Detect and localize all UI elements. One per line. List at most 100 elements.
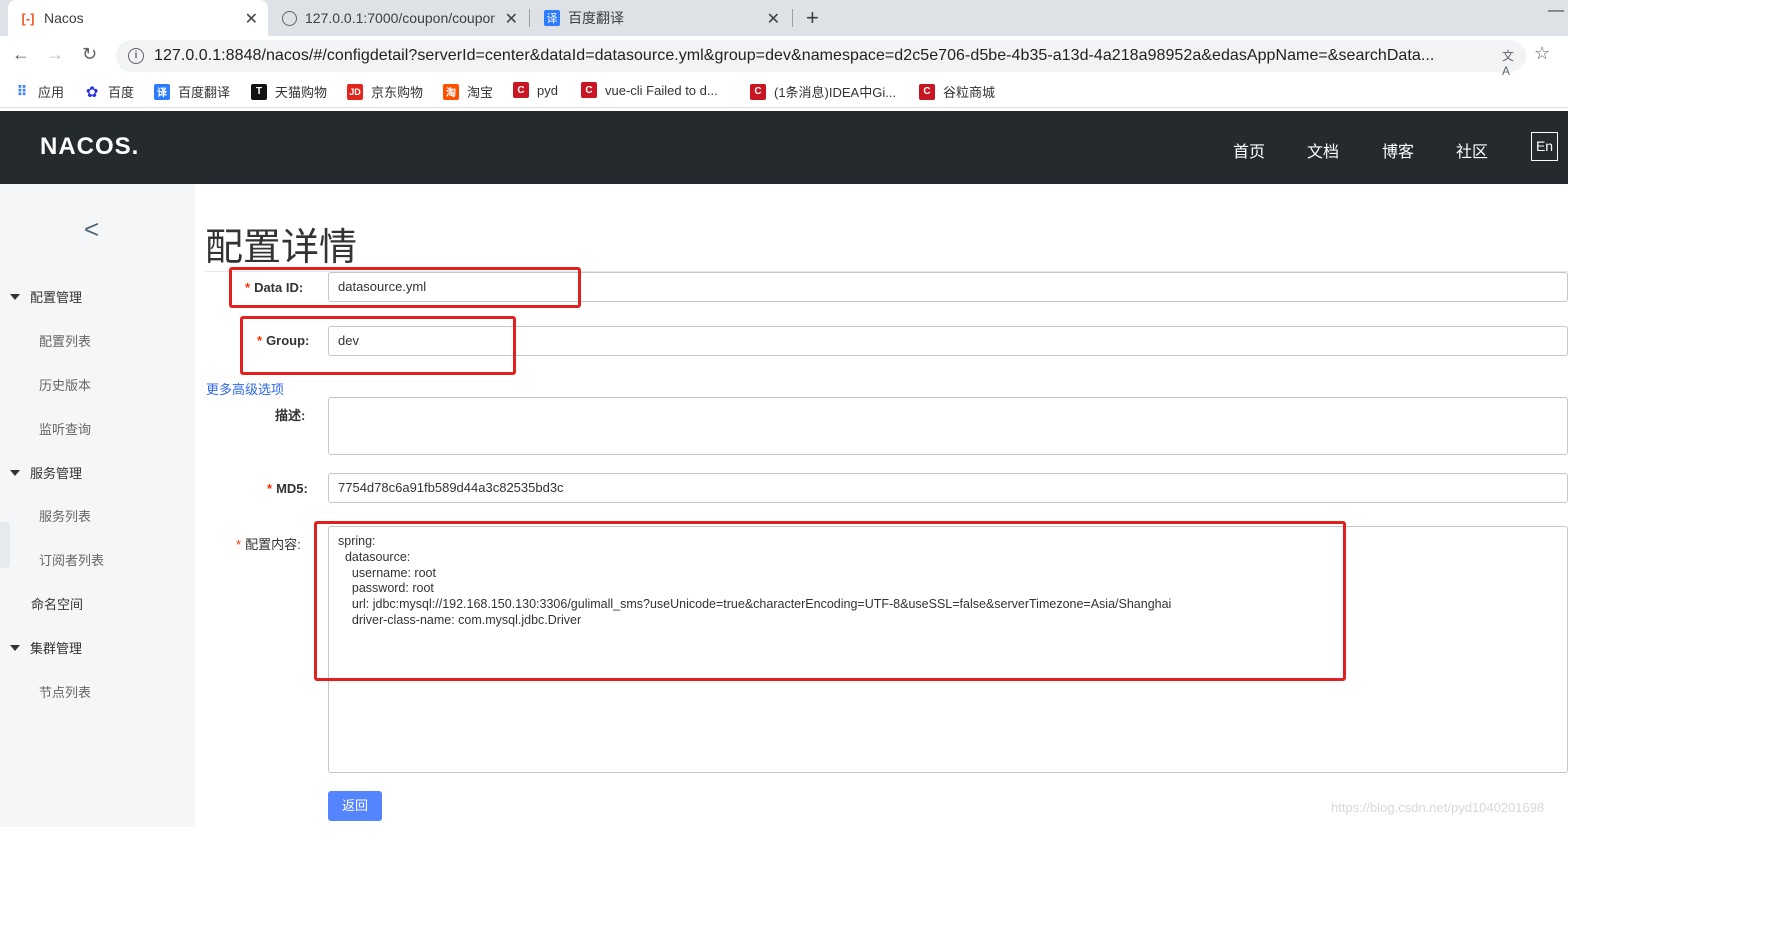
close-icon[interactable]: ✕: [505, 9, 518, 29]
nav-community[interactable]: 社区: [1456, 138, 1488, 162]
bookmark-label: 京东购物: [371, 85, 424, 100]
new-tab-button[interactable]: +: [806, 5, 819, 31]
sidebar-group-label: 配置管理: [30, 290, 83, 305]
baidu-translate-icon: 译: [544, 10, 560, 26]
watermark-text: https://blog.csdn.net/pyd1040201698: [1331, 800, 1545, 815]
forward-arrow-icon[interactable]: →: [46, 44, 64, 65]
bookmark-tmall[interactable]: T 天猫购物: [251, 82, 327, 101]
sidebar: < 配置管理 配置列表 历史版本 监听查询 服务管理 服务列表 订阅者列表 命名…: [0, 184, 195, 827]
md5-label: * MD5:: [267, 481, 308, 496]
sidebar-group-cluster[interactable]: 集群管理: [10, 638, 82, 657]
baidu-translate-icon: 译: [154, 83, 170, 100]
required-asterisk: *: [236, 537, 242, 552]
bookmark-idea[interactable]: C (1条消息)IDEA中Gi...: [750, 82, 896, 101]
reload-icon[interactable]: ↻: [82, 44, 97, 65]
sidebar-group-label: 服务管理: [30, 466, 83, 481]
nacos-logo[interactable]: NACOS.: [40, 133, 139, 161]
tab-title: Nacos: [44, 10, 84, 26]
baidu-paw-icon: ✿: [85, 83, 99, 101]
sidebar-group-service[interactable]: 服务管理: [10, 463, 82, 482]
close-icon[interactable]: ✕: [767, 9, 780, 29]
bookmark-jd[interactable]: JD 京东购物: [347, 82, 423, 101]
apps-grid-icon: ⠿: [16, 83, 28, 99]
app-header: NACOS. 首页 文档 博客 社区 En: [0, 111, 1568, 184]
taobao-icon: 淘: [443, 83, 459, 100]
bookmark-label: 百度: [108, 85, 135, 100]
highlight-box-group: [240, 316, 516, 375]
sidebar-item-history[interactable]: 历史版本: [39, 375, 91, 394]
browser-tab-bar: [-] Nacos ✕ 127.0.0.1:7000/coupon/coupon…: [0, 0, 1568, 36]
page-title: 配置详情: [205, 227, 358, 269]
bookmark-label: 应用: [38, 85, 65, 100]
csdn-icon: C: [581, 82, 597, 98]
tab-title: 百度翻译: [568, 10, 624, 26]
md5-label-text: MD5:: [276, 481, 308, 496]
bookmark-pyd[interactable]: C pyd: [513, 82, 558, 98]
content-label-text: 配置内容:: [245, 537, 301, 552]
bookmark-taobao[interactable]: 淘 淘宝: [443, 82, 493, 101]
minimize-icon[interactable]: —: [1548, 2, 1564, 20]
nacos-tab-icon: [-]: [21, 10, 35, 26]
content-label: * 配置内容:: [236, 534, 301, 553]
highlight-box-content: [314, 521, 1346, 681]
required-asterisk: *: [267, 481, 273, 496]
caret-down-icon: [10, 469, 20, 476]
bookmark-vue-cli[interactable]: C vue-cli Failed to d...: [581, 82, 718, 98]
nav-blog[interactable]: 博客: [1382, 138, 1414, 162]
sidebar-item-service-list[interactable]: 服务列表: [39, 506, 91, 525]
url-bar[interactable]: i 127.0.0.1:8848/nacos/#/configdetail?se…: [116, 40, 1526, 78]
csdn-icon: C: [513, 82, 529, 98]
csdn-icon: C: [750, 83, 766, 100]
tab-separator: [529, 9, 530, 27]
bookmark-label: pyd: [537, 82, 558, 98]
nav-home[interactable]: 首页: [1233, 138, 1265, 162]
globe-icon: [282, 10, 297, 26]
bookmark-apps[interactable]: ⠿ 应用: [14, 82, 64, 101]
sidebar-group-label: 集群管理: [30, 641, 83, 656]
description-field[interactable]: [328, 397, 1568, 455]
tmall-icon: T: [251, 83, 267, 100]
nav-docs[interactable]: 文档: [1307, 138, 1339, 162]
sidebar-item-node-list[interactable]: 节点列表: [39, 682, 91, 701]
bookmark-label: vue-cli Failed to d...: [605, 82, 718, 98]
close-icon[interactable]: ✕: [245, 9, 258, 29]
sidebar-item-listener-query[interactable]: 监听查询: [39, 419, 91, 438]
tab-nacos[interactable]: [-] Nacos ✕: [8, 0, 268, 36]
language-toggle-button[interactable]: En: [1531, 132, 1558, 161]
bookmark-baidu[interactable]: ✿ 百度: [84, 82, 134, 101]
caret-down-icon: [10, 293, 20, 300]
tab-separator: [792, 9, 793, 27]
bookmarks-bar: ⠿ 应用 ✿ 百度 译 百度翻译 T 天猫购物 JD 京东购物 淘 淘宝 C p…: [0, 76, 1568, 108]
bookmark-label: 谷粒商城: [943, 85, 996, 100]
caret-down-icon: [10, 644, 20, 651]
bookmark-label: (1条消息)IDEA中Gi...: [774, 85, 897, 100]
url-text[interactable]: 127.0.0.1:8848/nacos/#/configdetail?serv…: [154, 47, 1494, 65]
sidebar-item-config-list[interactable]: 配置列表: [39, 331, 91, 350]
highlight-box-dataid: [229, 267, 581, 308]
collapse-chevron-left-icon[interactable]: <: [84, 214, 99, 245]
md5-field[interactable]: 7754d78c6a91fb589d44a3c82535bd3c: [328, 473, 1568, 503]
address-bar-row: ← → ↻ i 127.0.0.1:8848/nacos/#/configdet…: [0, 36, 1568, 78]
back-arrow-icon[interactable]: ←: [12, 44, 30, 65]
sidebar-item-subscribers[interactable]: 订阅者列表: [39, 550, 104, 569]
csdn-icon: C: [919, 83, 935, 100]
bookmark-star-icon[interactable]: ☆: [1534, 43, 1550, 64]
sidebar-group-config[interactable]: 配置管理: [10, 287, 82, 306]
tab-coupon[interactable]: 127.0.0.1:7000/coupon/coupon/ ✕: [270, 0, 528, 36]
advanced-options-link[interactable]: 更多高级选项: [206, 379, 284, 398]
description-label: 描述:: [275, 408, 306, 423]
bookmark-label: 百度翻译: [178, 85, 231, 100]
bookmark-label: 天猫购物: [275, 85, 328, 100]
sidebar-item-namespace[interactable]: 命名空间: [31, 594, 83, 613]
sidebar-handle: [0, 522, 10, 568]
bookmark-gulimall[interactable]: C 谷粒商城: [919, 82, 995, 101]
jd-icon: JD: [347, 83, 363, 100]
tab-title: 127.0.0.1:7000/coupon/coupon/: [305, 10, 495, 26]
translate-icon[interactable]: 文A: [1502, 47, 1520, 78]
back-button[interactable]: 返回: [328, 791, 382, 821]
main-content: 配置详情 * Data ID: datasource.yml * Group: de…: [195, 184, 1568, 827]
bookmark-label: 淘宝: [467, 85, 494, 100]
tab-baidu-translate[interactable]: 译 百度翻译 ✕: [532, 0, 790, 36]
site-info-icon[interactable]: i: [128, 48, 144, 64]
bookmark-baidu-translate[interactable]: 译 百度翻译: [154, 82, 230, 101]
